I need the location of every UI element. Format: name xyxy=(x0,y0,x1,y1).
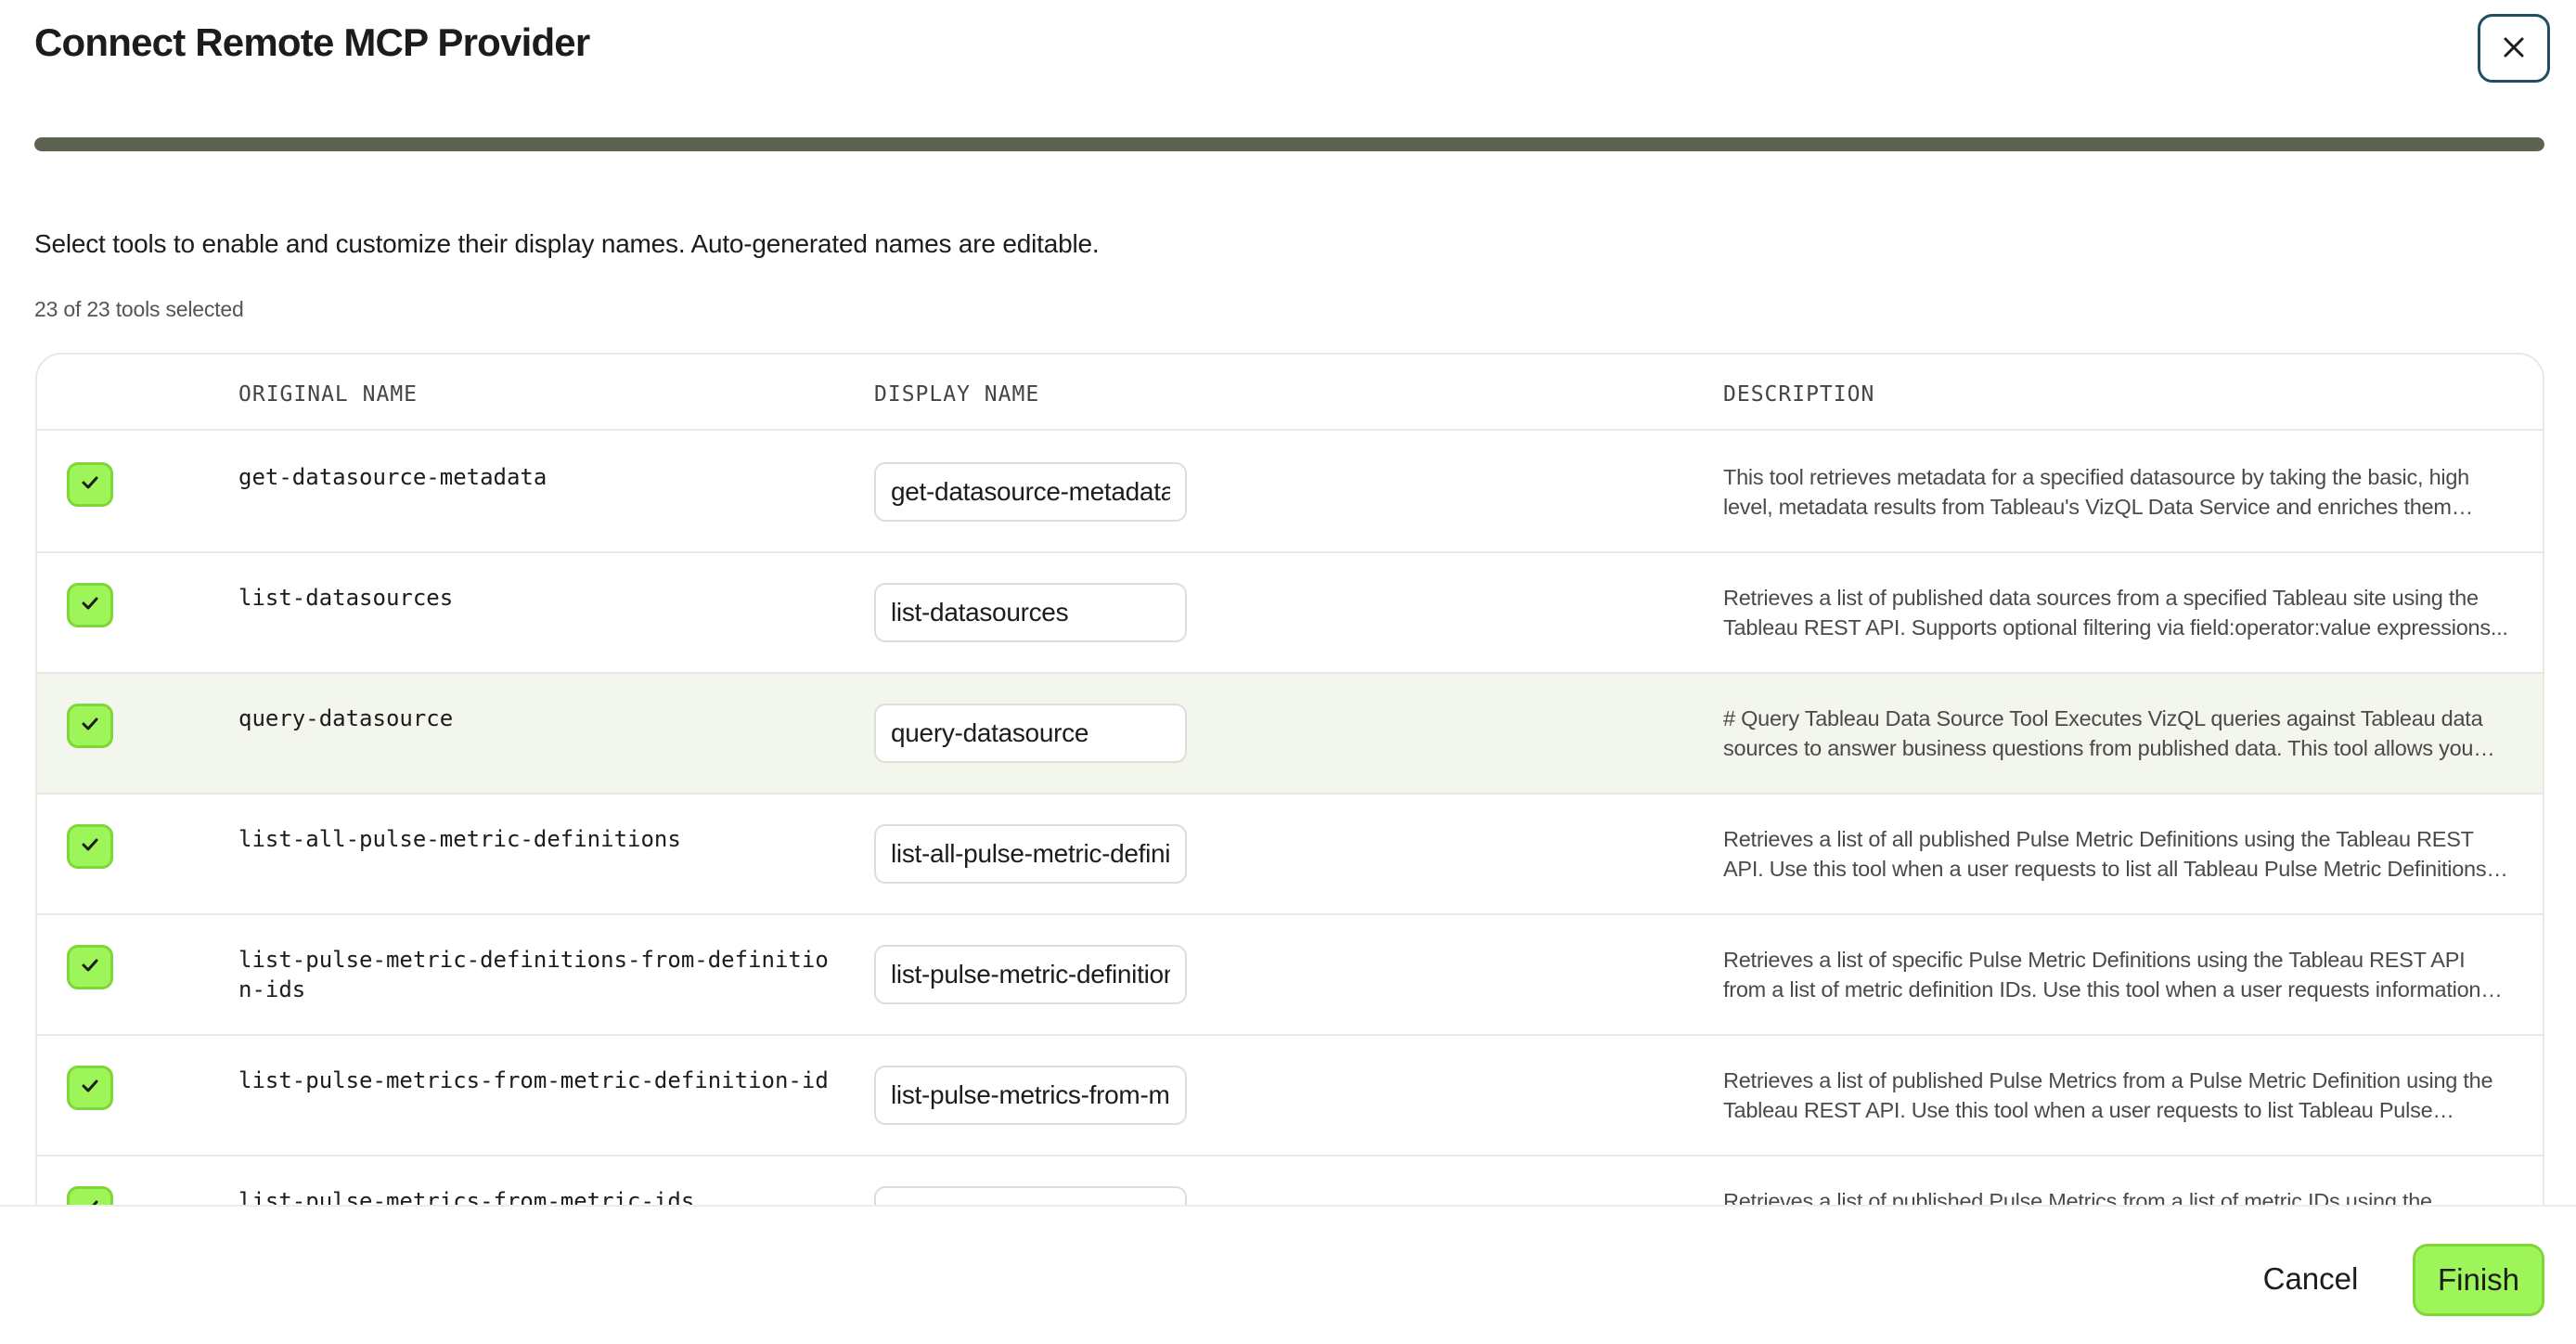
tool-checkbox[interactable] xyxy=(67,824,113,869)
table-row: list-pulse-metric-definitions-from-defin… xyxy=(37,915,2543,1036)
progress-bar-fill xyxy=(34,137,2544,151)
page-title: Connect Remote MCP Provider xyxy=(34,20,590,64)
tool-checkbox[interactable] xyxy=(67,1186,113,1207)
original-name: query-datasource xyxy=(238,705,454,731)
original-name: list-all-pulse-metric-definitions xyxy=(238,826,681,852)
tool-checkbox[interactable] xyxy=(67,583,113,627)
check-icon xyxy=(78,471,102,499)
display-name-input[interactable] xyxy=(874,945,1187,1004)
close-button[interactable] xyxy=(2478,14,2550,83)
display-name-input[interactable] xyxy=(874,824,1187,884)
display-name-input[interactable] xyxy=(874,1186,1187,1207)
selection-count: 23 of 23 tools selected xyxy=(34,297,244,321)
check-icon xyxy=(78,1074,102,1103)
table-row: list-pulse-metrics-from-metric-definitio… xyxy=(37,1036,2543,1157)
tool-description: Retrieves a list of published data sourc… xyxy=(1723,586,2508,640)
original-name: list-pulse-metric-definitions-from-defin… xyxy=(238,947,829,1002)
progress-bar xyxy=(34,137,2544,151)
tool-checkbox[interactable] xyxy=(67,945,113,989)
check-icon xyxy=(78,833,102,861)
tool-description: Retrieves a list of all published Pulse … xyxy=(1723,827,2487,881)
check-icon xyxy=(78,712,102,741)
column-header-description: DESCRIPTION xyxy=(1723,382,1875,407)
close-icon xyxy=(2500,33,2528,64)
table-body: get-datasource-metadata This tool retrie… xyxy=(37,433,2543,1207)
original-name: list-pulse-metrics-from-metric-definitio… xyxy=(238,1067,829,1093)
table-row: list-pulse-metrics-from-metric-ids Retri… xyxy=(37,1157,2543,1207)
table-row: list-all-pulse-metric-definitions Retrie… xyxy=(37,795,2543,915)
original-name: get-datasource-metadata xyxy=(238,464,547,490)
tool-description: # Query Tableau Data Source Tool Execute… xyxy=(1723,706,2483,760)
finish-button[interactable]: Finish xyxy=(2413,1244,2544,1316)
column-header-original-name: ORIGINAL NAME xyxy=(238,382,419,407)
table-header: ORIGINAL NAME DISPLAY NAME DESCRIPTION xyxy=(37,355,2543,431)
display-name-input[interactable] xyxy=(874,462,1187,522)
check-icon xyxy=(78,591,102,620)
tool-description: Retrieves a list of specific Pulse Metri… xyxy=(1723,948,2481,1002)
cancel-button[interactable]: Cancel xyxy=(2227,1242,2394,1316)
tool-checkbox[interactable] xyxy=(67,704,113,748)
table-row: query-datasource # Query Tableau Data So… xyxy=(37,674,2543,795)
tools-table[interactable]: ORIGINAL NAME DISPLAY NAME DESCRIPTION g… xyxy=(35,353,2544,1207)
original-name: list-datasources xyxy=(238,585,454,611)
instructions-text: Select tools to enable and customize the… xyxy=(34,229,1100,258)
tool-checkbox[interactable] xyxy=(67,1066,113,1110)
tool-checkbox[interactable] xyxy=(67,462,113,507)
display-name-input[interactable] xyxy=(874,704,1187,763)
tool-description: Retrieves a list of published Pulse Metr… xyxy=(1723,1189,2432,1207)
table-row: get-datasource-metadata This tool retrie… xyxy=(37,433,2543,553)
display-name-input[interactable] xyxy=(874,583,1187,642)
tool-description: This tool retrieves metadata for a speci… xyxy=(1723,465,2470,519)
check-icon xyxy=(78,953,102,982)
column-header-display-name: DISPLAY NAME xyxy=(874,382,1040,407)
modal-footer: Cancel Finish xyxy=(0,1205,2576,1344)
display-name-input[interactable] xyxy=(874,1066,1187,1125)
connect-mcp-modal: Connect Remote MCP Provider Select tools… xyxy=(0,0,2576,1344)
table-row: list-datasources Retrieves a list of pub… xyxy=(37,553,2543,674)
tool-description: Retrieves a list of published Pulse Metr… xyxy=(1723,1068,2493,1122)
original-name: list-pulse-metrics-from-metric-ids xyxy=(238,1188,695,1207)
